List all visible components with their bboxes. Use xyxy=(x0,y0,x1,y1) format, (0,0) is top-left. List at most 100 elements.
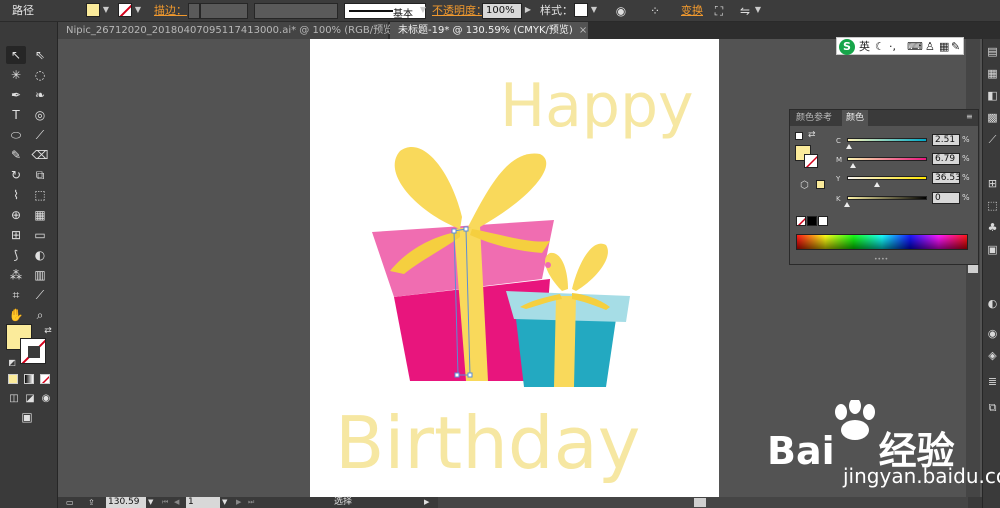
stroke-label[interactable]: 描边： xyxy=(154,3,187,19)
gradient-tool-icon[interactable]: ▭ xyxy=(30,226,50,244)
small-bow-right[interactable] xyxy=(572,243,608,291)
k-slider-thumb[interactable] xyxy=(844,202,850,207)
y-slider-thumb[interactable] xyxy=(873,182,880,187)
pencil-tool-icon[interactable]: ✎ xyxy=(6,146,26,164)
user-icon[interactable]: ♙ xyxy=(925,39,935,55)
artboard-number-input[interactable]: 1 xyxy=(186,497,220,508)
m-value-input[interactable]: 6.79 xyxy=(932,153,960,165)
none-color-swatch[interactable] xyxy=(796,216,806,226)
transparency-icon[interactable]: ◐ xyxy=(986,297,999,310)
sogou-logo[interactable]: S xyxy=(839,39,855,55)
opacity-input[interactable]: 100% xyxy=(482,3,522,19)
ime-language-toggle[interactable]: 英 xyxy=(859,39,870,55)
fill-dropdown-arrow[interactable]: ▼ xyxy=(101,3,111,17)
artboard-dropdown-arrow[interactable]: ▼ xyxy=(222,497,230,508)
moon-icon[interactable]: ☾ xyxy=(875,39,885,55)
none-mode-icon[interactable] xyxy=(40,374,50,384)
ellipse-tool-icon[interactable]: ⬭ xyxy=(6,126,26,144)
layers-icon[interactable]: ▤ xyxy=(986,45,999,58)
pen-tool-icon[interactable]: ✒ xyxy=(6,86,26,104)
birthday-text[interactable]: Birthday xyxy=(335,401,640,485)
big-bow-left[interactable] xyxy=(394,146,462,229)
y-slider[interactable] xyxy=(847,176,927,180)
slice-tool-icon[interactable]: ⟋ xyxy=(30,286,50,304)
lasso-tool-icon[interactable]: ◌ xyxy=(30,66,50,84)
graphic-styles-icon[interactable]: ◈ xyxy=(986,349,999,362)
default-colors-icon[interactable] xyxy=(795,132,803,140)
tab-nipic-document[interactable]: Nipic_26712020_20180407095117413000.ai* … xyxy=(58,22,411,39)
transform-panel-icon[interactable]: ⬚ xyxy=(986,199,999,212)
variable-width-profile[interactable] xyxy=(254,3,338,19)
punctuation-icon[interactable]: ·, xyxy=(889,39,896,55)
recolor-artwork-icon[interactable]: ◉ xyxy=(612,3,630,19)
gradient-mode-icon[interactable] xyxy=(24,374,34,384)
curvature-tool-icon[interactable]: ❧ xyxy=(30,86,50,104)
brushes-icon[interactable]: ⟋ xyxy=(986,133,999,146)
h-scrollbar-thumb[interactable] xyxy=(694,498,706,507)
opacity-dropdown-arrow[interactable]: ▶ xyxy=(523,3,533,17)
stroke-weight-input[interactable] xyxy=(200,3,248,19)
draw-inside-icon[interactable]: ◉ xyxy=(36,390,56,408)
blend-tool-icon[interactable]: ◐ xyxy=(30,246,50,264)
spiral-tool-icon[interactable]: ◎ xyxy=(30,106,50,124)
fill-color-swatch[interactable] xyxy=(86,3,100,17)
white-swatch[interactable] xyxy=(818,216,828,226)
next-artboard-icon[interactable]: ▶ xyxy=(236,497,244,508)
default-fill-stroke-icon[interactable]: ◩ xyxy=(2,354,22,372)
tab-untitled-19[interactable]: 未标题-19* @ 130.59% (CMYK/预览) × xyxy=(390,22,588,39)
zoom-level-input[interactable]: 130.59 xyxy=(106,497,146,508)
perspective-grid-tool-icon[interactable]: ▦ xyxy=(30,206,50,224)
out-of-gamut-icon[interactable]: ⬡ xyxy=(800,180,809,191)
warp-tool-icon[interactable]: ⌇ xyxy=(6,186,26,204)
status-menu-arrow[interactable]: ▶ xyxy=(424,497,432,508)
opacity-label[interactable]: 不透明度： xyxy=(432,3,487,19)
stroke-panel-icon[interactable]: ≣ xyxy=(986,375,999,388)
brush-definition-select[interactable]: 基本 xyxy=(344,3,426,20)
brush-dropdown-arrow[interactable]: ▼ xyxy=(418,3,428,17)
artboard-nav-icon[interactable]: ▭ xyxy=(66,497,78,508)
column-graph-tool-icon[interactable]: ▥ xyxy=(30,266,50,284)
selection-tool-icon[interactable]: ↖ xyxy=(6,46,26,64)
eyedropper-tool-icon[interactable]: ⟆ xyxy=(6,246,26,264)
panel-resize-grip[interactable]: •••• xyxy=(874,256,888,263)
tab-color-guide[interactable]: 颜色参考 xyxy=(792,110,836,126)
artboards-icon[interactable]: ▦ xyxy=(986,67,999,80)
color-icon[interactable]: ◧ xyxy=(986,89,999,102)
k-value-input[interactable]: 0 xyxy=(932,192,960,204)
isolate-icon[interactable]: ⛶ xyxy=(710,3,728,19)
type-tool-icon[interactable]: T xyxy=(6,106,26,124)
share-icon[interactable]: ⇪ xyxy=(88,497,100,508)
hand-tool-icon[interactable]: ✋ xyxy=(6,306,26,324)
align-icon[interactable]: ⁘ xyxy=(646,3,664,19)
scale-tool-icon[interactable]: ⧉ xyxy=(30,166,50,184)
wrench-icon[interactable]: ✎ xyxy=(951,39,960,55)
m-slider-thumb[interactable] xyxy=(849,163,856,168)
graphic-style-swatch[interactable] xyxy=(574,3,588,17)
anchor-point[interactable] xyxy=(467,372,473,378)
stroke-color-box[interactable] xyxy=(20,338,46,364)
anchor-point[interactable] xyxy=(454,372,460,378)
c-value-input[interactable]: 2.51 xyxy=(932,134,960,146)
swap-colors-icon[interactable]: ⇄ xyxy=(808,130,816,140)
y-value-input[interactable]: 36.53 xyxy=(932,172,961,184)
tab-color[interactable]: 颜色 xyxy=(842,110,869,126)
symbol-sprayer-tool-icon[interactable]: ⁂ xyxy=(6,266,26,284)
symbols-icon[interactable]: ♣ xyxy=(986,221,999,234)
small-gift-ribbon[interactable] xyxy=(554,296,576,387)
color-spectrum[interactable] xyxy=(796,234,968,250)
prev-artboard-icon[interactable]: ◀ xyxy=(174,497,182,508)
style-dropdown-arrow[interactable]: ▼ xyxy=(589,3,599,17)
m-slider[interactable] xyxy=(847,157,927,161)
artboard[interactable]: Happy Birthday xyxy=(310,39,719,497)
stroke-weight-stepper[interactable] xyxy=(188,3,200,19)
screen-mode-icon[interactable]: ▣ xyxy=(16,408,38,426)
color-mode-icon[interactable] xyxy=(8,374,18,384)
stroke-dropdown-arrow[interactable]: ▼ xyxy=(133,3,143,17)
stroke-color-swatch[interactable] xyxy=(118,3,132,17)
magic-wand-tool-icon[interactable]: ✳ xyxy=(6,66,26,84)
swap-fill-stroke-icon[interactable]: ⇄ xyxy=(38,322,58,340)
panel-menu-icon[interactable]: ≡ xyxy=(966,112,976,121)
keyboard-icon[interactable]: ⌨ xyxy=(907,39,923,55)
closest-color-swatch[interactable] xyxy=(816,180,825,189)
first-artboard-icon[interactable]: ⏮ xyxy=(162,497,170,508)
